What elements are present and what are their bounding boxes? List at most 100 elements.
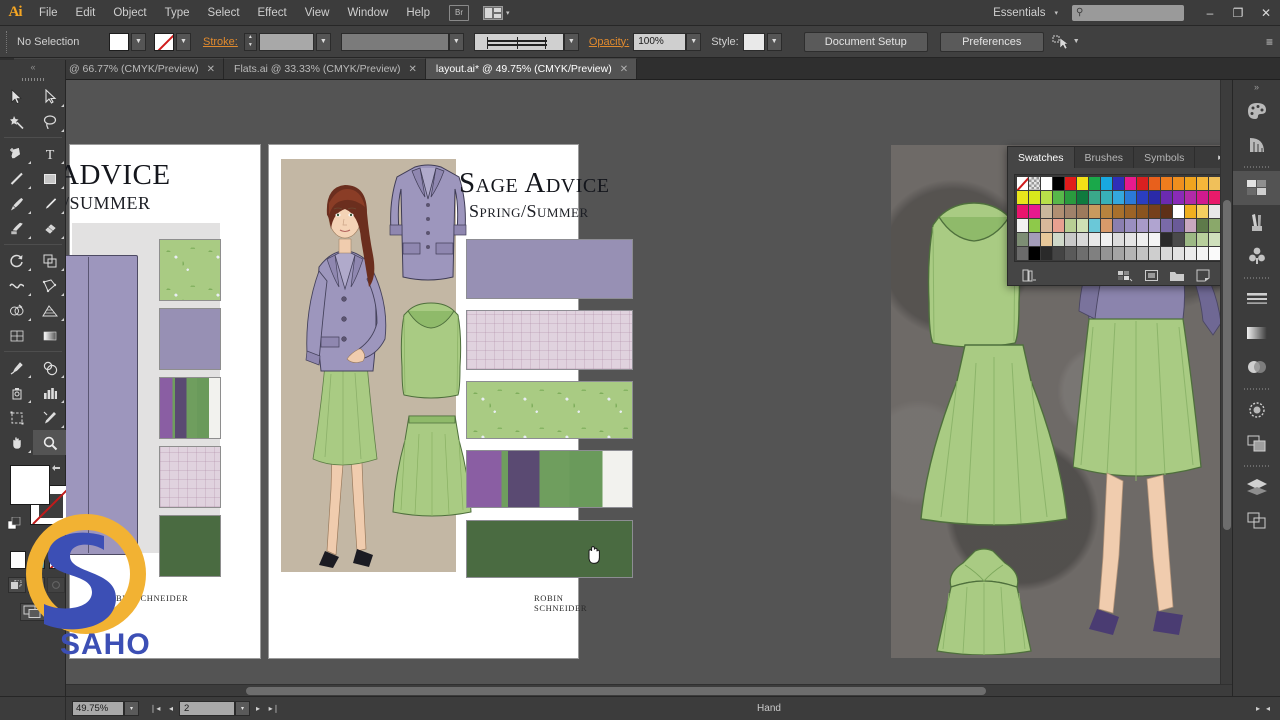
artboard-left[interactable]: ADVICE /SUMMER ROBIN SCHNEIDER bbox=[70, 145, 260, 658]
swatch-cell[interactable] bbox=[1161, 177, 1172, 190]
swatch-cell[interactable] bbox=[1113, 177, 1124, 190]
swatch-cell[interactable] bbox=[1149, 177, 1160, 190]
scale-tool[interactable] bbox=[33, 248, 66, 273]
blend-tool[interactable] bbox=[33, 355, 66, 380]
swatch-cell[interactable] bbox=[1029, 219, 1040, 232]
swatch-cell[interactable] bbox=[1125, 205, 1136, 218]
document-setup-button[interactable]: Document Setup bbox=[804, 32, 928, 52]
show-swatch-kinds-menu-icon[interactable] bbox=[1112, 269, 1138, 282]
swatches-panel-icon[interactable] bbox=[1233, 171, 1280, 205]
swatch-cell[interactable] bbox=[1077, 205, 1088, 218]
zoom-dropdown-icon[interactable]: ▾ bbox=[124, 701, 139, 716]
restore-button[interactable]: ❐ bbox=[1224, 0, 1252, 26]
swatch-cell[interactable] bbox=[1065, 219, 1076, 232]
swatch-cell[interactable] bbox=[1173, 191, 1184, 204]
menu-item-file[interactable]: File bbox=[30, 0, 67, 26]
swatch-cell[interactable] bbox=[1137, 177, 1148, 190]
stroke-dropdown-icon[interactable]: ▼ bbox=[176, 33, 191, 51]
dock-collapse-icon[interactable]: » bbox=[1233, 80, 1280, 94]
swatch-cell[interactable] bbox=[1041, 247, 1052, 260]
swatch-cell[interactable] bbox=[1185, 247, 1196, 260]
swatch-options-icon[interactable] bbox=[1138, 269, 1164, 282]
menu-item-edit[interactable]: Edit bbox=[67, 0, 105, 26]
swatch-cell[interactable] bbox=[1185, 177, 1196, 190]
arrange-documents-caret-icon[interactable]: ▾ bbox=[506, 9, 510, 17]
swatch-cell[interactable] bbox=[1113, 205, 1124, 218]
swatch-cell[interactable] bbox=[1185, 205, 1196, 218]
artboard-dropdown-icon[interactable]: ▾ bbox=[235, 701, 250, 716]
swatch-cell[interactable] bbox=[1161, 247, 1172, 260]
swatch-cell[interactable] bbox=[1089, 247, 1100, 260]
swatches-grid[interactable] bbox=[1015, 175, 1246, 261]
slice-tool[interactable] bbox=[33, 405, 66, 430]
swatch-cell[interactable] bbox=[1041, 219, 1052, 232]
swatch-cell[interactable] bbox=[1017, 233, 1028, 246]
transparency-panel-icon[interactable] bbox=[1233, 350, 1280, 384]
swatch-cell[interactable] bbox=[1041, 177, 1052, 190]
swatch-cell[interactable] bbox=[1017, 205, 1028, 218]
menu-item-object[interactable]: Object bbox=[104, 0, 155, 26]
swatch-cell[interactable] bbox=[1185, 219, 1196, 232]
swatch-cell[interactable] bbox=[1197, 247, 1208, 260]
color-panel-icon[interactable] bbox=[1233, 94, 1280, 128]
workspace-caret-icon[interactable]: ▾ bbox=[1054, 9, 1058, 17]
swatch-cell[interactable] bbox=[1089, 205, 1100, 218]
stroke-weight-field[interactable] bbox=[259, 33, 314, 51]
selection-tool[interactable] bbox=[0, 84, 33, 109]
swatch-cell[interactable] bbox=[1173, 219, 1184, 232]
default-fill-stroke-icon[interactable] bbox=[8, 517, 21, 530]
bridge-icon[interactable]: Br bbox=[449, 5, 469, 21]
gradient-button[interactable] bbox=[30, 551, 46, 569]
swatch-cell[interactable] bbox=[1029, 191, 1040, 204]
swatch-cell[interactable] bbox=[1137, 191, 1148, 204]
free-transform-tool[interactable] bbox=[33, 273, 66, 298]
swatch-cell[interactable] bbox=[1125, 233, 1136, 246]
magic-wand-tool[interactable] bbox=[0, 109, 33, 134]
eraser-tool[interactable] bbox=[33, 216, 66, 241]
variable-width-profile-field[interactable] bbox=[474, 33, 564, 51]
type-tool[interactable]: T bbox=[33, 141, 66, 166]
swatch-cell[interactable] bbox=[1053, 233, 1064, 246]
last-artboard-button[interactable]: ▸❘ bbox=[266, 701, 282, 716]
swatch-cell[interactable] bbox=[1029, 247, 1040, 260]
graphic-styles-panel-icon[interactable] bbox=[1233, 427, 1280, 461]
color-guide-panel-icon[interactable] bbox=[1233, 128, 1280, 162]
status-expand-icon[interactable]: ▸ bbox=[1256, 704, 1260, 713]
menu-item-select[interactable]: Select bbox=[199, 0, 249, 26]
graphic-style-dropdown-icon[interactable]: ▼ bbox=[767, 33, 782, 51]
brushes-panel-icon[interactable] bbox=[1233, 205, 1280, 239]
scrollbar-thumb[interactable] bbox=[1223, 200, 1231, 530]
swatch-cell[interactable] bbox=[1161, 219, 1172, 232]
swatch-cell[interactable] bbox=[1125, 191, 1136, 204]
color-button[interactable] bbox=[10, 551, 26, 569]
menu-item-help[interactable]: Help bbox=[397, 0, 439, 26]
swatch-cell[interactable] bbox=[1077, 191, 1088, 204]
appearance-panel-icon[interactable] bbox=[1233, 393, 1280, 427]
gradient-tool[interactable] bbox=[33, 323, 66, 348]
swatch-cell[interactable] bbox=[1053, 205, 1064, 218]
swatch-cell[interactable] bbox=[1125, 247, 1136, 260]
none-button[interactable] bbox=[49, 551, 65, 569]
swatch-cell[interactable] bbox=[1137, 233, 1148, 246]
swatch-cell[interactable] bbox=[1089, 233, 1100, 246]
tools-panel-collapse-icon[interactable]: « bbox=[0, 60, 65, 74]
column-graph-tool[interactable] bbox=[33, 380, 66, 405]
fill-dropdown-icon[interactable]: ▼ bbox=[131, 33, 146, 51]
canvas-vertical-scrollbar[interactable] bbox=[1220, 80, 1232, 684]
width-tool[interactable] bbox=[0, 273, 33, 298]
lasso-tool[interactable] bbox=[33, 109, 66, 134]
graphic-style-swatch[interactable] bbox=[743, 33, 765, 51]
artboard-tool[interactable] bbox=[0, 405, 33, 430]
symbols-panel-icon[interactable] bbox=[1233, 239, 1280, 273]
mesh-tool[interactable] bbox=[0, 323, 33, 348]
swatch-cell[interactable] bbox=[1101, 177, 1112, 190]
fill-swatch-large[interactable] bbox=[10, 465, 50, 505]
swatch-cell[interactable] bbox=[1089, 219, 1100, 232]
opacity-dropdown-icon[interactable]: ▼ bbox=[686, 33, 701, 51]
stroke-color-swatch[interactable] bbox=[154, 33, 174, 51]
swatch-cell[interactable] bbox=[1113, 191, 1124, 204]
workspace-switcher[interactable]: Essentials bbox=[987, 7, 1051, 19]
zoom-tool[interactable] bbox=[33, 430, 66, 455]
swatch-cell[interactable] bbox=[1101, 233, 1112, 246]
tools-panel-grip[interactable] bbox=[0, 74, 65, 84]
